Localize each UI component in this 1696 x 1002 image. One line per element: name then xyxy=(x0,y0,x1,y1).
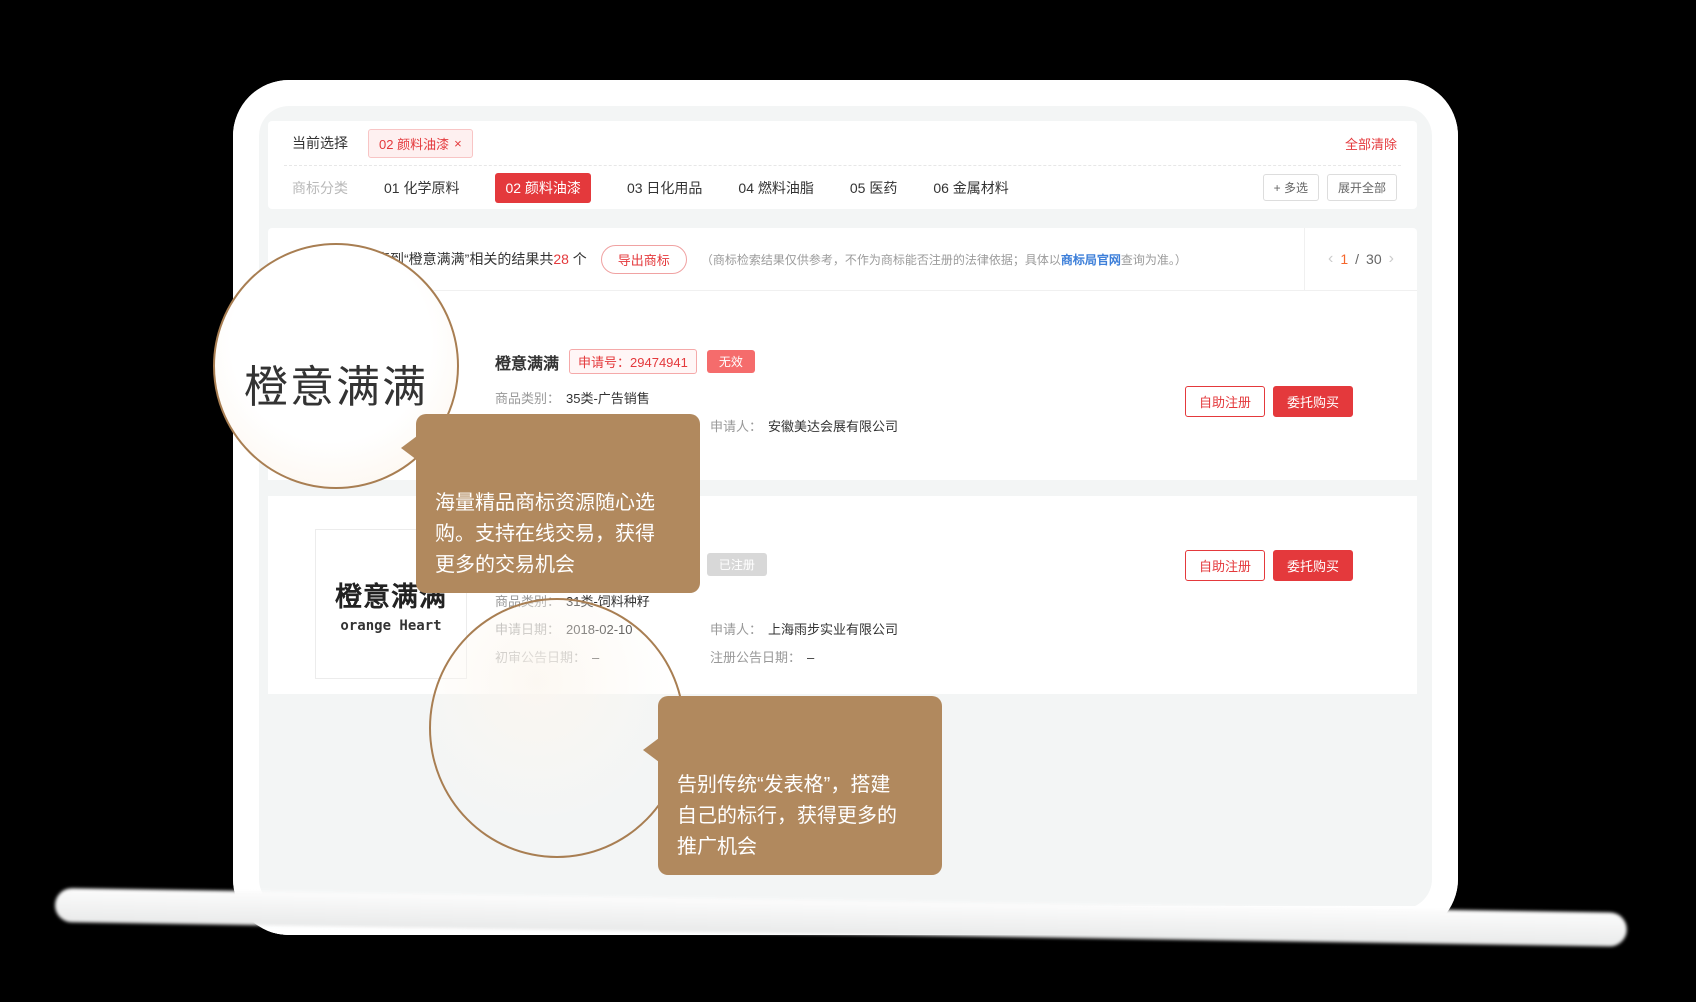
category-item-01[interactable]: 01 化学原料 xyxy=(384,178,459,198)
trademark-name: 橙意满满 xyxy=(495,350,559,374)
category-field: 商品类别：31类-饲料种籽 xyxy=(495,593,650,611)
current-page: 1 xyxy=(1340,251,1348,267)
category-item-02-selected[interactable]: 02 颜料油漆 xyxy=(495,173,590,203)
trademark-office-link[interactable]: 商标局官网 xyxy=(1061,253,1121,267)
self-register-button[interactable]: 自助注册 xyxy=(1185,550,1265,581)
results-count: 28 xyxy=(553,251,569,267)
tooltip-marketplace: 海量精品商标资源随心选 购。支持在线交易，获得 更多的交易机会 xyxy=(416,414,700,593)
selected-category-tag-label: 02 颜料油漆 xyxy=(379,134,449,153)
category-label: 商标分类 xyxy=(292,178,348,198)
current-selection-label: 当前选择 xyxy=(292,133,348,153)
pagination: ‹ 1 / 30 › xyxy=(1304,228,1417,290)
category-row: 商标分类 01 化学原料 02 颜料油漆 03 日化用品 04 燃料油脂 05 … xyxy=(268,166,1417,209)
entrust-purchase-button[interactable]: 委托购买 xyxy=(1273,550,1353,581)
status-badge-registered: 已注册 xyxy=(707,553,767,576)
category-list: 01 化学原料 02 颜料油漆 03 日化用品 04 燃料油脂 05 医药 06… xyxy=(384,173,1009,203)
tooltip-arrow-left-icon xyxy=(643,738,659,762)
results-header: 当前分类下检索到“橙意满满”相关的结果共28 个 导出商标 （商标检索结果仅供参… xyxy=(268,228,1417,291)
applicant-field: 申请人：安徽美达会展有限公司 xyxy=(710,418,898,436)
category-item-06[interactable]: 06 金属材料 xyxy=(933,178,1008,198)
applicant-field: 申请人：上海雨步实业有限公司 xyxy=(710,621,898,639)
magnified-trademark-text: 橙意满满 xyxy=(215,351,457,415)
tooltip-promotion: 告别传统“发表格”，搭建 自己的标行，获得更多的 推广机会 xyxy=(658,696,942,875)
current-selection-row: 当前选择 02 颜料油漆 × 全部清除 xyxy=(268,121,1417,165)
total-pages: 30 xyxy=(1366,251,1382,267)
selected-category-tag[interactable]: 02 颜料油漆 × xyxy=(368,129,473,158)
category-item-04[interactable]: 04 燃料油脂 xyxy=(738,178,813,198)
export-trademark-button[interactable]: 导出商标 xyxy=(601,245,687,274)
application-number-badge: 申请号：29474941 xyxy=(569,349,697,374)
clear-all-link[interactable]: 全部清除 xyxy=(1345,134,1397,153)
filter-card: 当前选择 02 颜料油漆 × 全部清除 商标分类 01 化学原料 02 颜料油漆… xyxy=(268,121,1417,209)
stage: 当前选择 02 颜料油漆 × 全部清除 商标分类 01 化学原料 02 颜料油漆… xyxy=(0,0,1696,1002)
disclaimer-text: （商标检索结果仅供参考，不作为商标能否注册的法律依据；具体以商标局官网查询为准。… xyxy=(701,251,1187,268)
expand-all-button[interactable]: 展开全部 xyxy=(1327,174,1397,201)
tooltip-arrow-left-icon xyxy=(401,436,417,460)
next-page-icon[interactable]: › xyxy=(1389,250,1394,268)
category-field: 商品类别：35类-广告销售 xyxy=(495,390,650,408)
first-publication-field: 初审公告日期：– xyxy=(495,649,710,667)
page-separator: / xyxy=(1355,251,1359,267)
remove-tag-icon[interactable]: × xyxy=(454,136,462,151)
category-item-05[interactable]: 05 医药 xyxy=(850,178,897,198)
registration-publication-field: 注册公告日期：– xyxy=(710,649,814,667)
self-register-button[interactable]: 自助注册 xyxy=(1185,386,1265,417)
apply-date-field: 申请日期：2018-02-10 xyxy=(495,621,710,639)
status-badge-invalid: 无效 xyxy=(707,350,755,373)
trademark-logo-en-text: orange Heart xyxy=(340,618,441,634)
entrust-purchase-button[interactable]: 委托购买 xyxy=(1273,386,1353,417)
multi-select-button[interactable]: + 多选 xyxy=(1263,174,1319,201)
category-item-03[interactable]: 03 日化用品 xyxy=(627,178,702,198)
prev-page-icon[interactable]: ‹ xyxy=(1328,250,1333,268)
